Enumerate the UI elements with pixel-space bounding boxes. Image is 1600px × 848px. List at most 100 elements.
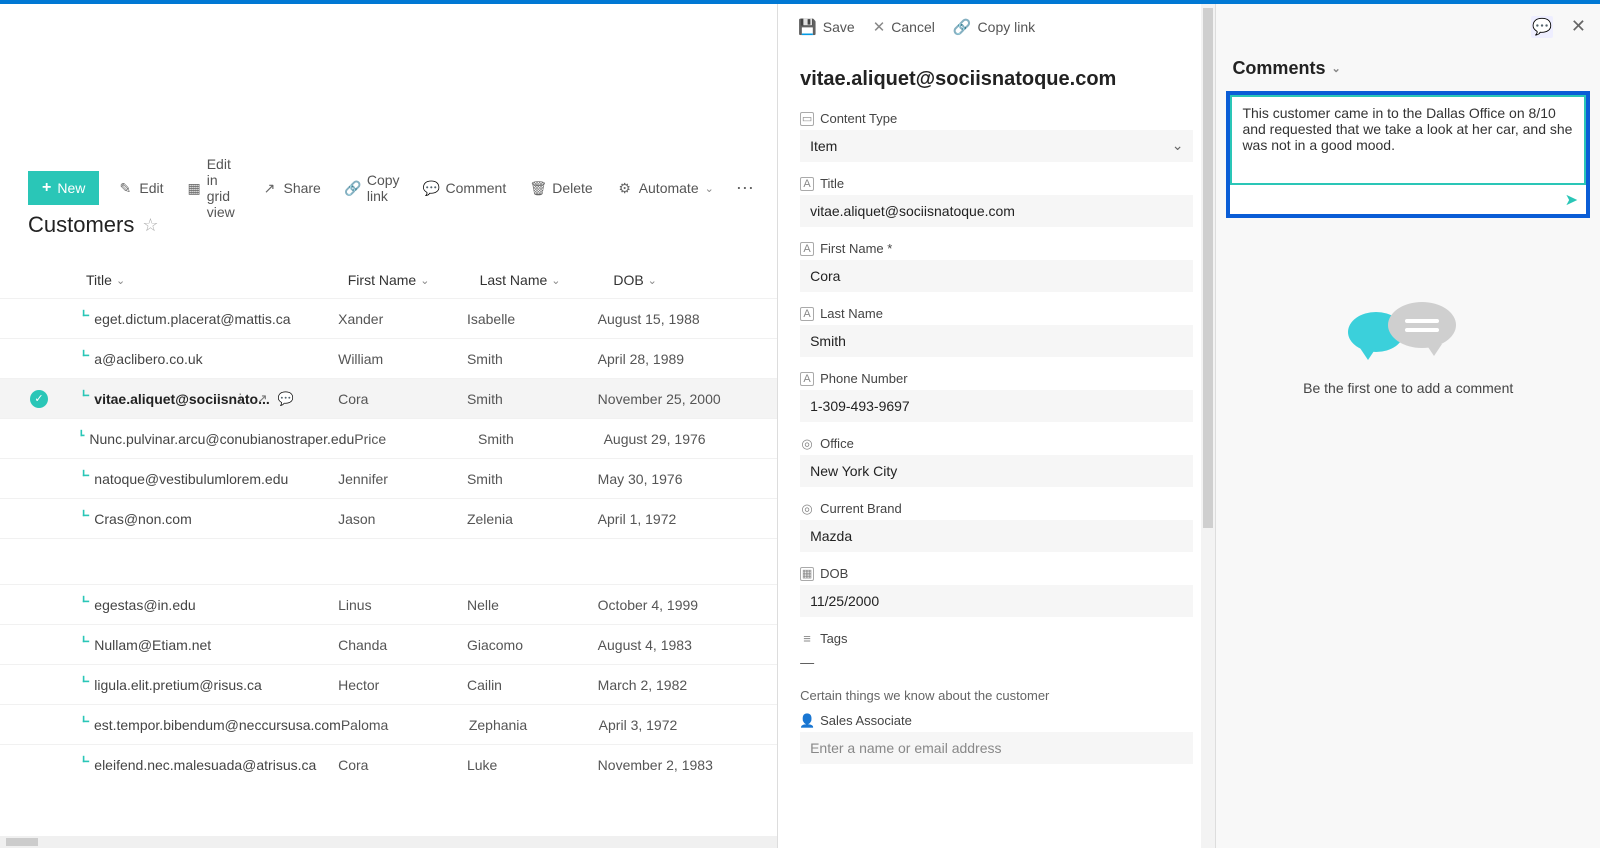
delete-button[interactable]: 🗑Delete (524, 176, 598, 200)
pencil-icon: ✎ (117, 180, 133, 196)
table-row[interactable]: natoque@vestibulumlorem.eduJenniferSmith… (0, 458, 777, 498)
row-firstname: William (338, 351, 467, 367)
table-row[interactable]: egestas@in.eduLinusNelleOctober 4, 1999 (0, 584, 777, 624)
row-firstname: Cora (338, 757, 467, 773)
row-firstname: Jason (338, 511, 467, 527)
customers-table: Title⌄ First Name⌄ Last Name⌄ DOB⌄ eget.… (0, 262, 777, 848)
row-dob: August 29, 1976 (604, 431, 748, 447)
comment-icon[interactable]: 💬 (278, 391, 294, 407)
table-row[interactable]: ✓vitae.aliquet@sociisnato...⋮↗💬CoraSmith… (0, 378, 777, 418)
field-label: Title (820, 176, 844, 191)
row-title: est.tempor.bibendum@neccursusa.com (94, 717, 341, 733)
row-title: Cras@non.com (94, 511, 191, 527)
row-dob: November 2, 1983 (598, 757, 747, 773)
choice-icon: ◎ (800, 437, 814, 451)
table-row[interactable]: ligula.elit.pretium@risus.caHectorCailin… (0, 664, 777, 704)
row-dob: March 2, 1982 (598, 677, 747, 693)
phone-input[interactable]: 1-309-493-9697 (800, 390, 1193, 422)
row-firstname: Cora (338, 391, 467, 407)
edit-button[interactable]: ✎Edit (111, 176, 169, 200)
table-row[interactable]: a@aclibero.co.ukWilliamSmithApril 28, 19… (0, 338, 777, 378)
row-title: eleifend.nec.malesuada@atrisus.ca (94, 757, 316, 773)
chevron-down-icon: ⌄ (551, 274, 560, 287)
row-dob: August 15, 1988 (598, 311, 747, 327)
chevron-down-icon: ⌄ (648, 274, 657, 287)
automate-button[interactable]: ⚙Automate⌄ (611, 176, 720, 200)
lastname-input[interactable]: Smith (800, 325, 1193, 357)
tag-icon: ≡ (800, 632, 814, 646)
table-row[interactable]: eget.dictum.placerat@mattis.caXanderIsab… (0, 298, 777, 338)
row-firstname: Hector (338, 677, 467, 693)
share-icon[interactable]: ↗ (257, 391, 268, 407)
row-lastname: Isabelle (467, 311, 598, 327)
save-icon: 💾 (798, 18, 817, 36)
dob-input[interactable]: 11/25/2000 (800, 585, 1193, 617)
more-icon[interactable]: ⋮ (234, 391, 247, 407)
sales-associate-input[interactable]: Enter a name or email address (800, 732, 1193, 764)
new-button[interactable]: +New (28, 171, 99, 205)
field-label: Tags (820, 631, 847, 646)
section-note: Certain things we know about the custome… (800, 688, 1193, 703)
row-title: egestas@in.edu (94, 597, 195, 613)
column-header-dob[interactable]: DOB⌄ (613, 272, 747, 288)
chevron-down-icon: ⌄ (116, 274, 125, 287)
row-lastname: Luke (467, 757, 598, 773)
close-button[interactable]: ✕ (1571, 16, 1586, 38)
table-row[interactable]: Cras@non.comJasonZeleniaApril 1, 1972 (0, 498, 777, 538)
row-firstname: Xander (338, 311, 467, 327)
copylink-button[interactable]: 🔗Copy link (339, 168, 406, 208)
chevron-down-icon: ⌄ (705, 182, 714, 195)
brand-input[interactable]: Mazda (800, 520, 1193, 552)
row-firstname: Price (354, 431, 478, 447)
row-lastname: Cailin (467, 677, 598, 693)
row-firstname: Jennifer (338, 471, 467, 487)
save-button[interactable]: 💾Save (798, 18, 855, 36)
share-button[interactable]: ↗Share (255, 176, 326, 200)
row-dob: May 30, 1976 (598, 471, 747, 487)
table-row[interactable]: Nullam@Etiam.netChandaGiacomoAugust 4, 1… (0, 624, 777, 664)
row-title: Nunc.pulvinar.arcu@conubianostraper.edu (89, 431, 354, 447)
table-row[interactable]: eleifend.nec.malesuada@atrisus.ca CoraLuk… (0, 744, 777, 784)
detail-scrollbar[interactable] (1201, 4, 1215, 848)
row-title: Nullam@Etiam.net (94, 637, 211, 653)
row-lastname: Smith (467, 391, 598, 407)
cancel-button[interactable]: ✕Cancel (873, 18, 935, 36)
field-label: Phone Number (820, 371, 907, 386)
close-icon: ✕ (873, 18, 886, 36)
column-header-firstname[interactable]: First Name⌄ (348, 272, 480, 288)
row-title: natoque@vestibulumlorem.edu (94, 471, 288, 487)
row-firstname: Linus (338, 597, 467, 613)
title-input[interactable]: vitae.aliquet@sociisnatoque.com (800, 195, 1193, 227)
share-icon: ↗ (261, 180, 277, 196)
field-label: Last Name (820, 306, 883, 321)
firstname-input[interactable]: Cora (800, 260, 1193, 292)
choice-icon: ◎ (800, 502, 814, 516)
send-icon[interactable]: ➤ (1565, 190, 1578, 210)
copylink-button[interactable]: 🔗Copy link (953, 18, 1035, 36)
link-icon: 🔗 (953, 18, 972, 36)
comments-toggle-icon[interactable]: 💬 (1531, 16, 1553, 38)
content-type-select[interactable]: Item (800, 130, 1193, 162)
column-header-lastname[interactable]: Last Name⌄ (480, 272, 614, 288)
edit-grid-button[interactable]: ▦Edit in grid view (181, 152, 243, 224)
chevron-down-icon: ⌄ (420, 274, 429, 287)
tags-value[interactable]: — (800, 650, 1193, 674)
comments-header[interactable]: Comments⌄ (1216, 50, 1600, 87)
text-icon: A (800, 242, 814, 256)
comment-textarea[interactable] (1230, 95, 1586, 185)
horizontal-scrollbar[interactable] (0, 836, 780, 848)
comment-button[interactable]: 💬Comment (418, 176, 513, 200)
comments-pane: 💬 ✕ Comments⌄ ➤ Be the first one to add … (1215, 4, 1600, 848)
row-firstname: Chanda (338, 637, 467, 653)
comments-empty-text: Be the first one to add a comment (1303, 380, 1513, 396)
office-input[interactable]: New York City (800, 455, 1193, 487)
field-label: Sales Associate (820, 713, 912, 728)
row-lastname: Smith (467, 351, 598, 367)
star-icon[interactable]: ☆ (142, 215, 158, 236)
table-row[interactable]: est.tempor.bibendum@neccursusa.comPaloma… (0, 704, 777, 744)
comments-empty-illustration (1348, 302, 1468, 362)
column-header-title[interactable]: Title⌄ (86, 272, 348, 288)
text-icon: A (800, 177, 814, 191)
more-button[interactable]: ⋯ (732, 178, 758, 199)
table-row[interactable]: Nunc.pulvinar.arcu@conubianostraper.eduP… (0, 418, 777, 458)
